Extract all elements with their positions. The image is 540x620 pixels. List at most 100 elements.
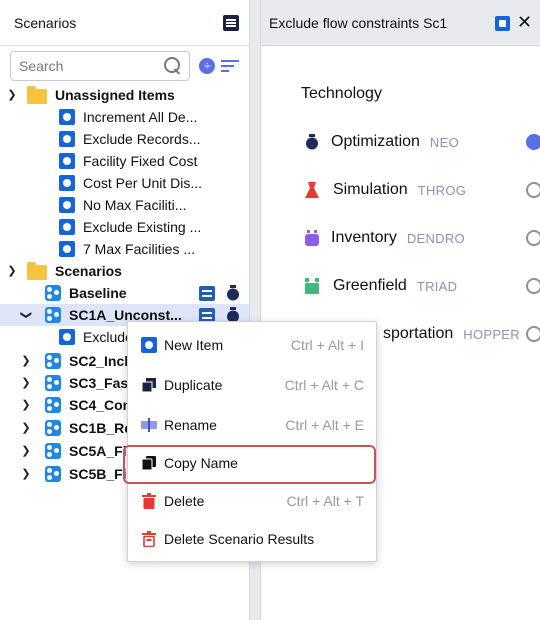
- chevron-down-icon[interactable]: ❯: [5, 264, 19, 278]
- technology-option-inventory[interactable]: Inventory DENDRO: [305, 226, 465, 250]
- menu-item-duplicate[interactable]: Duplicate Ctrl + Alt + C: [128, 367, 376, 403]
- chevron-right-icon[interactable]: ❯: [19, 444, 33, 458]
- technology-option-simulation[interactable]: Simulation THROG: [305, 178, 466, 202]
- technology-option-transportation[interactable]: sportation HOPPER: [383, 322, 520, 346]
- tree-folder-unassigned[interactable]: ❯ Unassigned Items: [0, 84, 249, 106]
- filter-icon[interactable]: [221, 59, 240, 73]
- copy-icon: [141, 456, 156, 471]
- context-menu: New Item Ctrl + Alt + I Duplicate Ctrl +…: [127, 321, 377, 562]
- scenarios-panel-header: Scenarios: [0, 0, 249, 46]
- item-icon: [59, 219, 75, 235]
- tab-title: Exclude flow constraints Sc1: [269, 14, 448, 31]
- chevron-right-icon[interactable]: ❯: [19, 354, 33, 368]
- chevron-right-icon[interactable]: ❯: [19, 421, 33, 435]
- chevron-right-icon[interactable]: ❯: [19, 467, 33, 481]
- technology-radio-optimization[interactable]: [526, 134, 540, 150]
- scenario-icon: [45, 420, 61, 436]
- menu-item-label: Duplicate: [164, 377, 223, 393]
- duplicate-icon: [141, 378, 156, 393]
- tree-row-label: Exclude Existing ...: [83, 219, 202, 235]
- search-row: ÷: [0, 49, 249, 83]
- new-item-icon: [141, 337, 157, 353]
- tree-row-label: No Max Faciliti...: [83, 197, 187, 213]
- technology-name: Simulation: [333, 181, 408, 198]
- item-icon: [59, 131, 75, 147]
- item-icon: [59, 197, 75, 213]
- tree-row-label: Baseline: [69, 285, 127, 301]
- close-icon[interactable]: ✕: [517, 13, 532, 31]
- item-icon: [59, 175, 75, 191]
- menu-item-label: Delete: [164, 493, 205, 509]
- search-icon[interactable]: [163, 56, 183, 76]
- search-input[interactable]: [19, 58, 159, 74]
- tree-item[interactable]: Exclude Existing ...: [0, 216, 249, 238]
- scenario-icon: [45, 307, 61, 323]
- technology-radio-simulation[interactable]: [526, 182, 540, 198]
- technology-code: HOPPER: [463, 326, 520, 342]
- technology-radio-inventory[interactable]: [526, 230, 540, 246]
- menu-item-label: Rename: [164, 417, 217, 433]
- technology-name: Inventory: [331, 229, 397, 246]
- tree-row-label: Cost Per Unit Dis...: [83, 175, 203, 191]
- menu-item-rename[interactable]: Rename Ctrl + Alt + E: [128, 407, 376, 443]
- menu-item-shortcut: Ctrl + Alt + E: [285, 417, 364, 433]
- chevron-down-icon[interactable]: ❯: [19, 308, 33, 322]
- optimization-tech-icon: [227, 285, 239, 301]
- technology-radio-greenfield[interactable]: [526, 278, 540, 294]
- chevron-down-icon[interactable]: ❯: [5, 88, 19, 102]
- tree-item[interactable]: Facility Fixed Cost: [0, 150, 249, 172]
- technology-code: DENDRO: [406, 230, 465, 246]
- tree-row-label: Exclude: [83, 329, 133, 345]
- technology-code: TRIAD: [416, 278, 458, 294]
- tree-folder-scenarios[interactable]: ❯ Scenarios: [0, 260, 249, 282]
- scenario-icon: [45, 397, 61, 413]
- technology-option-optimization[interactable]: Optimization NEO: [305, 130, 459, 154]
- item-icon: [59, 241, 75, 257]
- tree-row-label: Unassigned Items: [55, 87, 175, 103]
- search-box[interactable]: [10, 51, 191, 81]
- tree-row-label: 7 Max Facilities ...: [83, 241, 196, 257]
- tree-row-label: SC3_Fast: [69, 375, 133, 391]
- menu-item-delete[interactable]: Delete Ctrl + Alt + T: [128, 483, 376, 519]
- simulation-icon: [305, 182, 319, 198]
- tree-item[interactable]: No Max Faciliti...: [0, 194, 249, 216]
- list-view-icon[interactable]: [223, 14, 239, 31]
- menu-item-copy-name[interactable]: Copy Name: [128, 445, 376, 481]
- chevron-right-icon[interactable]: ❯: [19, 398, 33, 412]
- technology-option-greenfield[interactable]: Greenfield TRIAD: [305, 274, 457, 298]
- technology-name: Greenfield: [333, 277, 407, 294]
- tree-item[interactable]: Increment All De...: [0, 106, 249, 128]
- scenario-icon: [45, 285, 61, 301]
- item-icon: [59, 153, 75, 169]
- optimization-icon: [306, 134, 318, 150]
- menu-item-label: Delete Scenario Results: [164, 531, 315, 547]
- folder-icon: [27, 262, 47, 280]
- technology-code: NEO: [429, 134, 459, 150]
- folder-icon: [27, 86, 47, 104]
- tree-row-label: SC1B_Re: [69, 420, 133, 436]
- menu-item-delete-scenario-results[interactable]: Delete Scenario Results: [128, 521, 376, 557]
- technology-code: THROG: [417, 182, 467, 198]
- results-icon[interactable]: [199, 286, 215, 301]
- technology-heading: Technology: [301, 85, 382, 102]
- tree-row-label: SC5A_Fix: [69, 443, 135, 459]
- menu-item-new-item[interactable]: New Item Ctrl + Alt + I: [128, 327, 376, 363]
- menu-item-shortcut: Ctrl + Alt + T: [286, 493, 364, 509]
- menu-item-shortcut: Ctrl + Alt + C: [284, 377, 364, 393]
- tree-scenario-baseline[interactable]: Baseline: [0, 282, 249, 304]
- tree-item[interactable]: Exclude Records...: [0, 128, 249, 150]
- trash-icon: [142, 493, 156, 509]
- scenario-icon: [45, 353, 61, 369]
- item-type-icon: [495, 16, 510, 31]
- tree-row-label: Scenarios: [55, 263, 122, 279]
- technology-radio-transportation[interactable]: [526, 326, 540, 342]
- tree-item[interactable]: Cost Per Unit Dis...: [0, 172, 249, 194]
- editor-tab[interactable]: Exclude flow constraints Sc1 ✕: [261, 0, 540, 46]
- rename-icon: [141, 418, 157, 432]
- chevron-right-icon[interactable]: ❯: [19, 376, 33, 390]
- tree-item[interactable]: 7 Max Facilities ...: [0, 238, 249, 260]
- tree-row-label: Exclude Records...: [83, 131, 201, 147]
- tree-row-label: SC5B_Fix: [69, 466, 135, 482]
- tree-row-label: Facility Fixed Cost: [83, 153, 198, 169]
- sort-icon[interactable]: ÷: [199, 58, 216, 74]
